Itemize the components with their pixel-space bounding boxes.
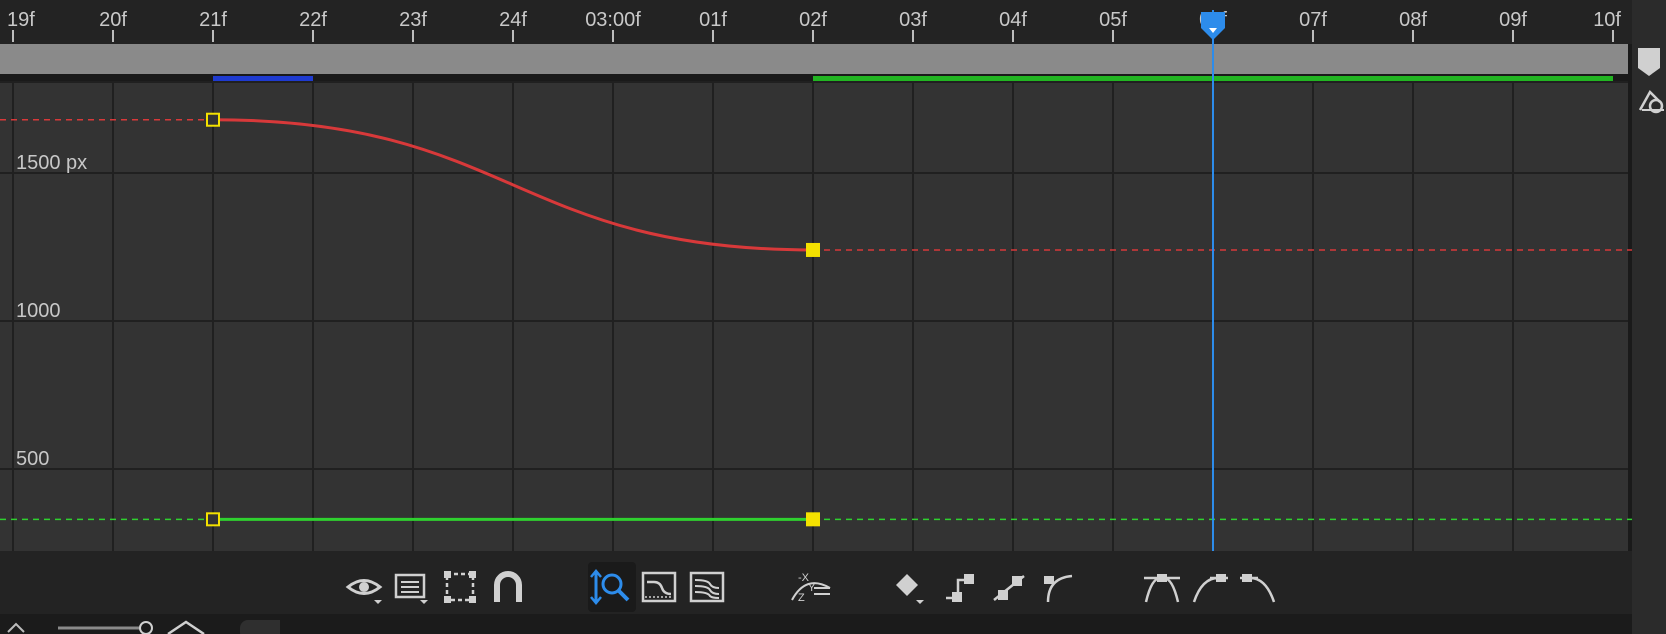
green-start-keyframe[interactable] — [206, 512, 220, 527]
keyframe-diamond-icon[interactable] — [890, 562, 938, 612]
zoom-slider-handle[interactable] — [139, 621, 153, 634]
ruler-tick-label: 02f — [799, 9, 827, 31]
blue-range-bar[interactable] — [213, 76, 313, 81]
linear-keyframe-icon[interactable] — [986, 562, 1034, 612]
ruler-tick-label: 04f — [999, 9, 1027, 31]
eye-icon[interactable] — [340, 562, 388, 612]
list-icon[interactable] — [388, 562, 436, 612]
zoom-out-icon[interactable] — [7, 622, 25, 633]
zoom-in-icon[interactable] — [167, 620, 205, 634]
ruler-tick-label: 21f — [199, 9, 227, 31]
ruler-tick-label: 09f — [1499, 9, 1527, 31]
ruler-tick-label: 08f — [1399, 9, 1427, 31]
ruler-tick-label: 23f — [399, 9, 427, 31]
value-axis-label: 1000 — [16, 300, 61, 322]
svg-text:Z: Z — [798, 592, 805, 604]
ruler-tick-label: 20f — [99, 9, 127, 31]
zoom-slider[interactable] — [0, 614, 280, 634]
ruler-tick-label: 22f — [299, 9, 327, 31]
auto-bezier-icon[interactable] — [1034, 562, 1082, 612]
ruler-tick-label: 10f — [1593, 9, 1621, 31]
transform-box-icon[interactable] — [436, 562, 484, 612]
scroll-thumb[interactable] — [240, 620, 280, 634]
right-side-panel — [1632, 0, 1666, 634]
ease-out-icon[interactable] — [1234, 562, 1282, 612]
graph-area[interactable] — [0, 82, 1632, 551]
ease-in-icon[interactable] — [1186, 562, 1234, 612]
bottom-status-strip — [0, 614, 1666, 634]
ruler-tick-label: 05f — [1099, 9, 1127, 31]
magnet-icon[interactable] — [484, 562, 532, 612]
ruler-tick-label: 01f — [699, 9, 727, 31]
ruler-tick-label: 19f — [7, 9, 35, 31]
graph-editor[interactable]: 19f 20f 21f 22f 23f 24f 03:00f 01f 02f 03f 04f 05f 0… — [0, 0, 1632, 551]
red-start-keyframe[interactable] — [206, 112, 220, 127]
ruler-tick-label: 24f — [499, 9, 527, 31]
hold-keyframe-icon[interactable] — [938, 562, 986, 612]
value-axis-label: 1500 px — [16, 152, 87, 174]
separate-dimensions-icon[interactable]: -X Y Z — [788, 562, 836, 612]
red-end-keyframe[interactable] — [806, 242, 820, 257]
marker-icon[interactable] — [1638, 48, 1660, 76]
ruler-tick-label: 07f — [1299, 9, 1327, 31]
graph-editor-panel: 19f 20f 21f 22f 23f 24f 03:00f 01f 02f 03f 04f 05f 0… — [0, 0, 1666, 634]
value-axis-label: 500 — [16, 448, 49, 470]
ruler-tick-label: 03:00f — [585, 9, 641, 31]
fit-all-icon[interactable] — [684, 562, 732, 612]
work-area-bar[interactable] — [0, 44, 1632, 74]
green-end-keyframe[interactable] — [806, 512, 820, 527]
easy-ease-icon[interactable] — [1138, 562, 1186, 612]
fit-selection-icon[interactable] — [636, 562, 684, 612]
ruler-tick-label: 03f — [899, 9, 927, 31]
zoom-height-icon[interactable] — [588, 562, 636, 612]
